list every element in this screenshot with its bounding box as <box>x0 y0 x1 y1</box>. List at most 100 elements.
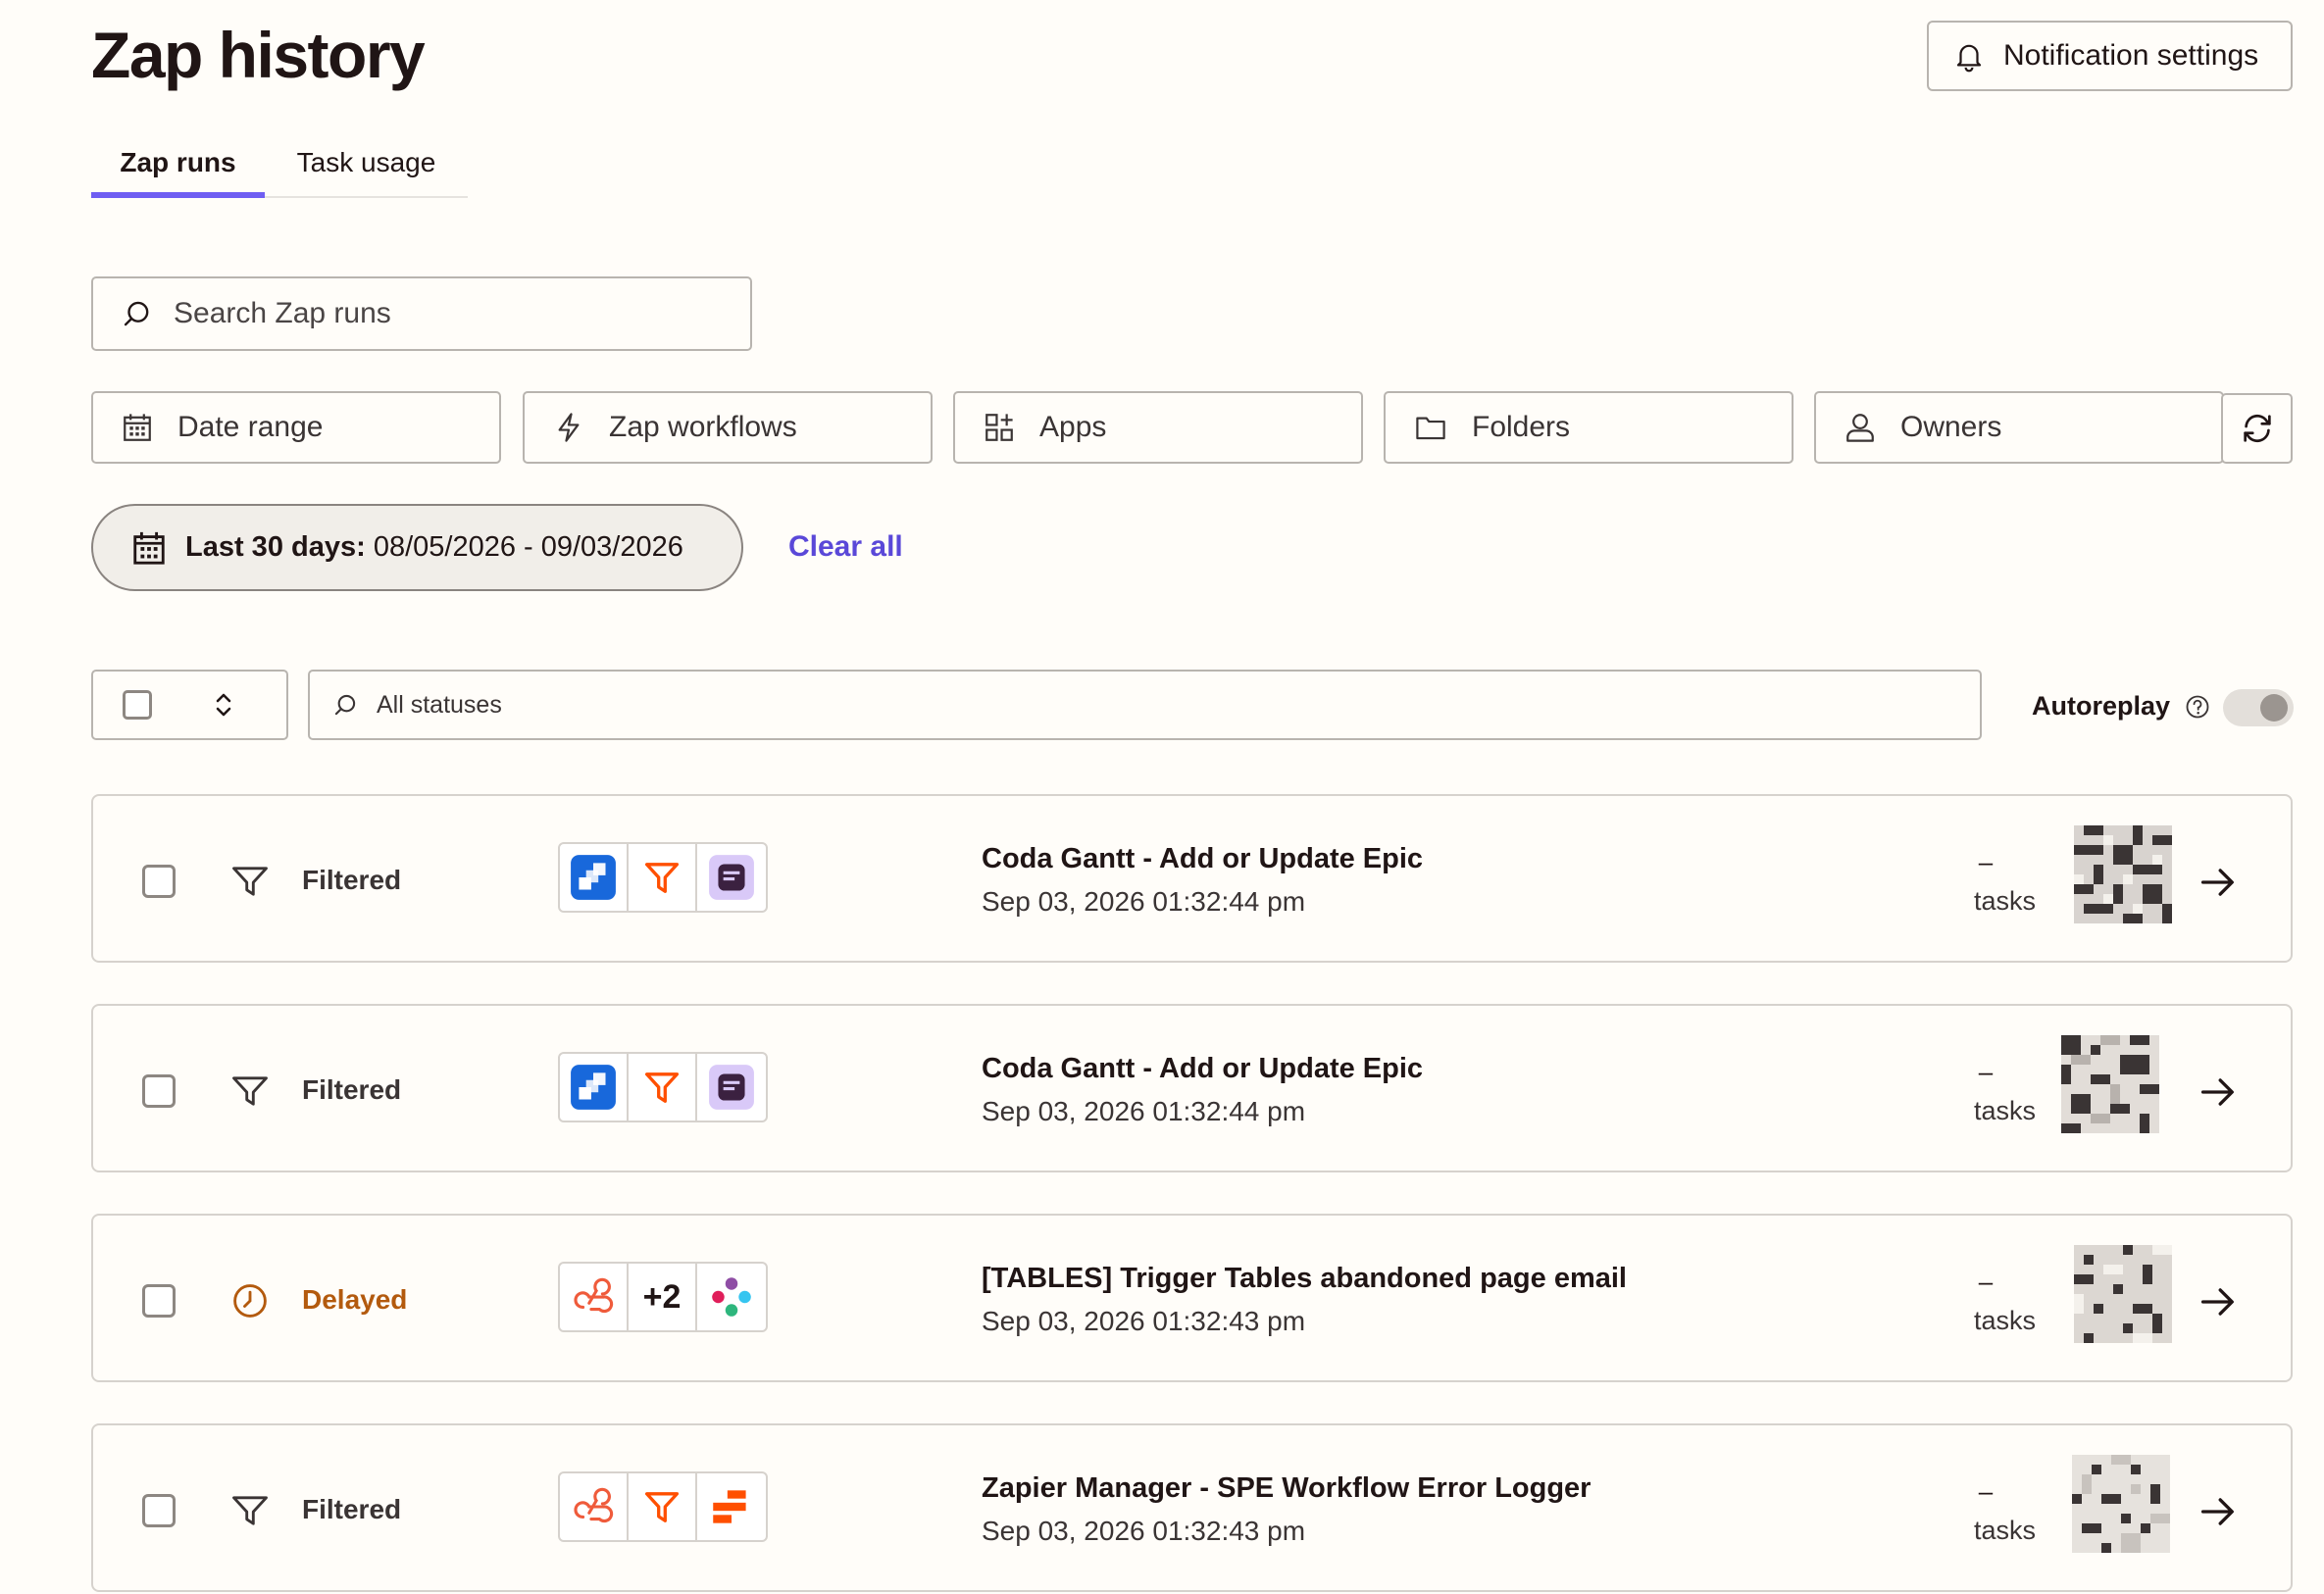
status-filter-placeholder: All statuses <box>377 690 502 719</box>
table-row[interactable]: Filtered Coda Gantt - Add or Update Epic… <box>91 1004 2293 1172</box>
app-icons <box>558 1052 768 1122</box>
status-label: Filtered <box>302 1494 402 1524</box>
webhook-icon <box>569 1482 618 1531</box>
avatar <box>2061 1035 2159 1133</box>
status-label: Filtered <box>302 865 402 895</box>
search-icon <box>334 694 356 716</box>
arrow-right-icon[interactable] <box>2197 1490 2240 1533</box>
filter-icon <box>640 1485 683 1528</box>
run-timestamp: Sep 03, 2026 01:32:43 pm <box>982 1516 1306 1546</box>
owners-label: Owners <box>1900 411 2002 443</box>
tab-task-usage[interactable]: Task usage <box>265 129 468 198</box>
active-filter-label: Last 30 days: <box>185 531 366 563</box>
row-checkbox[interactable] <box>142 865 176 898</box>
task-count: – <box>1978 847 1994 876</box>
autoreplay-label-group: Autoreplay <box>2032 691 2211 722</box>
refresh-button[interactable] <box>2221 393 2293 464</box>
run-timestamp: Sep 03, 2026 01:32:44 pm <box>982 1096 1306 1126</box>
row-checkbox[interactable] <box>142 1074 176 1108</box>
zap-name[interactable]: Zapier Manager - SPE Workflow Error Logg… <box>982 1472 1591 1505</box>
calendar-icon <box>133 531 165 565</box>
filter-icon <box>640 856 683 899</box>
search-placeholder: Search Zap runs <box>174 297 391 329</box>
active-date-filter-chip[interactable]: Last 30 days: 08/05/2026 - 09/03/2026 <box>91 504 743 591</box>
zap-name[interactable]: [TABLES] Trigger Tables abandoned page e… <box>982 1263 1627 1295</box>
date-range-filter[interactable]: Date range <box>91 391 501 464</box>
bulk-select[interactable] <box>91 670 288 740</box>
task-count: – <box>1978 1476 1994 1506</box>
funnel-icon <box>228 860 272 903</box>
page-title: Zap history <box>91 19 426 91</box>
zap-workflows-filter[interactable]: Zap workflows <box>523 391 933 464</box>
jira-icon <box>569 1063 618 1112</box>
coda-icon <box>707 853 756 902</box>
status-filter-input[interactable]: All statuses <box>308 670 1982 740</box>
task-label: tasks <box>1974 886 2037 916</box>
tab-zap-runs[interactable]: Zap runs <box>91 129 265 198</box>
clock-icon <box>228 1279 272 1322</box>
apps-grid-icon <box>985 414 1013 441</box>
lightning-icon <box>558 413 580 442</box>
folders-filter[interactable]: Folders <box>1384 391 1794 464</box>
active-filter-text: Last 30 days: 08/05/2026 - 09/03/2026 <box>185 531 683 564</box>
coda-icon <box>707 1063 756 1112</box>
avatar <box>2074 825 2172 923</box>
tab-bar: Zap runs Task usage <box>91 129 468 198</box>
slack-icon <box>707 1272 756 1321</box>
run-timestamp: Sep 03, 2026 01:32:44 pm <box>982 886 1306 917</box>
notification-settings-button[interactable]: Notification settings <box>1927 21 2293 91</box>
apps-filter[interactable]: Apps <box>953 391 1363 464</box>
autoreplay-label: Autoreplay <box>2032 691 2171 721</box>
webhook-icon <box>569 1272 618 1321</box>
task-count: – <box>1978 1057 1994 1086</box>
refresh-icon <box>2243 414 2271 443</box>
arrow-right-icon[interactable] <box>2197 1071 2240 1114</box>
zapier-manager-icon <box>707 1482 756 1531</box>
calendar-icon <box>124 414 151 441</box>
zap-name[interactable]: Coda Gantt - Add or Update Epic <box>982 1053 1423 1085</box>
clear-all-link[interactable]: Clear all <box>788 530 903 564</box>
arrow-right-icon[interactable] <box>2197 861 2240 904</box>
status-label: Filtered <box>302 1074 402 1105</box>
toggle-knob <box>2260 694 2288 722</box>
search-icon <box>124 301 149 326</box>
app-icons <box>558 1471 768 1542</box>
funnel-icon <box>228 1489 272 1532</box>
funnel-icon <box>228 1070 272 1113</box>
notification-settings-label: Notification settings <box>2003 39 2259 72</box>
autoreplay-toggle[interactable] <box>2223 689 2294 726</box>
app-icons <box>558 842 768 913</box>
date-range-label: Date range <box>177 411 324 443</box>
task-label: tasks <box>1974 1096 2037 1125</box>
apps-label: Apps <box>1039 411 1107 443</box>
owners-filter[interactable]: Owners <box>1814 391 2224 464</box>
task-label: tasks <box>1974 1516 2037 1545</box>
table-row[interactable]: Delayed +2 [TABLES] Trigger Tables aband… <box>91 1214 2293 1382</box>
help-icon[interactable] <box>2184 693 2211 721</box>
table-row[interactable]: Filtered Zapier Manager - SPE Workflow E… <box>91 1423 2293 1592</box>
folders-label: Folders <box>1472 411 1571 443</box>
table-row[interactable]: Filtered Coda Gantt - Add or Update Epic… <box>91 794 2293 963</box>
search-input[interactable]: Search Zap runs <box>91 276 752 351</box>
active-filter-value: 08/05/2026 - 09/03/2026 <box>373 531 683 563</box>
more-apps-count: +2 <box>642 1277 682 1316</box>
task-count: – <box>1978 1267 1994 1296</box>
bell-icon <box>1956 44 1982 73</box>
zap-workflows-label: Zap workflows <box>609 411 797 443</box>
filter-icon <box>640 1066 683 1109</box>
row-checkbox[interactable] <box>142 1494 176 1527</box>
run-timestamp: Sep 03, 2026 01:32:43 pm <box>982 1306 1306 1336</box>
zap-name[interactable]: Coda Gantt - Add or Update Epic <box>982 843 1423 875</box>
status-label: Delayed <box>302 1284 408 1315</box>
jira-icon <box>569 853 618 902</box>
task-label: tasks <box>1974 1306 2037 1335</box>
avatar <box>2074 1245 2172 1343</box>
arrow-right-icon[interactable] <box>2197 1280 2240 1323</box>
avatar <box>2072 1455 2170 1553</box>
user-icon <box>1846 414 1874 442</box>
app-icons: +2 <box>558 1262 768 1332</box>
chevron-up-down-icon[interactable] <box>213 690 234 720</box>
folder-icon <box>1416 417 1445 440</box>
row-checkbox[interactable] <box>142 1284 176 1318</box>
select-all-checkbox[interactable] <box>123 690 152 720</box>
